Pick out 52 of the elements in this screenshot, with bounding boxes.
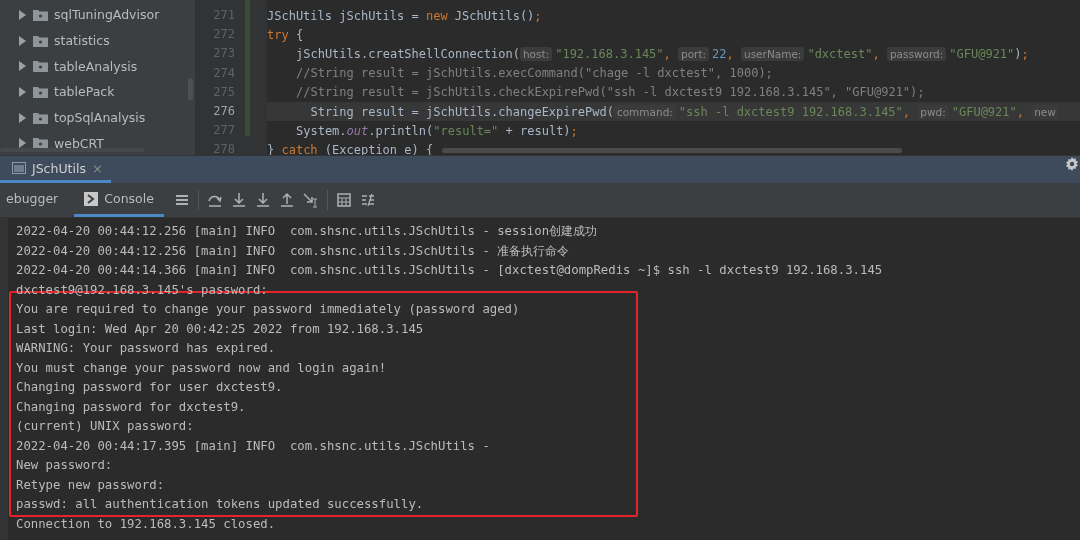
settings-icon[interactable] [1064, 156, 1080, 172]
console-line: Changing password for user dxctest9. [16, 379, 284, 396]
list-icon[interactable] [173, 192, 190, 208]
console-line: WARNING: Your password has expired. [16, 340, 277, 357]
console-tab[interactable]: ebugger [0, 183, 69, 217]
folder-icon [33, 60, 48, 73]
tree-item[interactable]: tableAnalysis [0, 53, 195, 80]
code-line: try { [267, 26, 305, 44]
expand-arrow-icon[interactable] [18, 86, 27, 97]
console-line: Changing password for dxctest9. [16, 398, 247, 416]
console-line: New password: [16, 457, 114, 474]
code-line: JSchUtils jSchUtils = new JSchUtils(); [267, 7, 543, 25]
code-line: System.out.println("result=" + result); [295, 122, 579, 140]
console-tab[interactable]: Console [74, 183, 164, 217]
calculator-icon[interactable] [335, 192, 352, 208]
console-line: Retype new password: [16, 476, 166, 494]
scrollbar[interactable] [442, 148, 902, 153]
console-line: passwd: all authentication tokens updated successfully. [16, 496, 425, 513]
console-line: You must change your password now and login again! [16, 359, 388, 377]
tree-item[interactable]: statistics [0, 27, 195, 54]
expand-arrow-icon[interactable] [18, 9, 27, 20]
console-line: You are required to change your password immediately (password aged) [16, 301, 521, 318]
console-line: 2022-04-20 00:44:12.256 [main] INFO com.shsnc.utils.JSchUtils - session创建成功 [16, 223, 599, 240]
folder-icon [33, 34, 48, 47]
tree-item[interactable]: topSqlAnalysis [0, 104, 195, 131]
trace-icon[interactable] [359, 192, 376, 208]
console-line: (current) UNIX password: [16, 418, 195, 435]
step-out-icon[interactable] [278, 192, 295, 208]
terminal-icon [84, 191, 99, 206]
run-to-cursor-icon[interactable] [302, 192, 319, 208]
folder-icon [33, 111, 48, 124]
expand-arrow-icon[interactable] [18, 35, 27, 46]
console-line: Connection to 192.168.3.145 closed. [16, 515, 277, 533]
console-line: Last login: Wed Apr 20 00:42:25 2022 from 192.168.3.145 [16, 320, 425, 338]
expand-arrow-icon[interactable] [18, 112, 27, 123]
folder-icon [33, 137, 48, 150]
console-line: 2022-04-20 00:44:17.395 [main] INFO com.shsnc.utils.JSchUtils - [16, 437, 491, 455]
console-line: 2022-04-20 00:44:14.366 [main] INFO com.shsnc.utils.JSchUtils - [dxctest@dompRedis ~]$ ssh -l dxctest9 192.168.3.145 [16, 262, 883, 279]
code-line: jSchUtils.creatShellConnection( host: "192.168.3.145", port: 22, userName: "dxctest", password: "GFU@921"); [295, 45, 1030, 63]
folder-icon [33, 85, 48, 98]
tree-item[interactable]: tablePack [0, 79, 195, 105]
expand-arrow-icon[interactable] [18, 61, 27, 72]
force-step-into-icon[interactable] [254, 192, 271, 208]
code-line: //String result = jSchUtils.execCommand("chage -l dxctest", 1000); [295, 65, 774, 83]
expand-arrow-icon[interactable] [18, 138, 27, 149]
line-number: 276 [212, 102, 236, 120]
tree-item[interactable]: sqlTuningAdvisor [0, 2, 195, 28]
window-icon [12, 162, 26, 174]
code-line: //String result = jSchUtils.checkExpirePwd("ssh -l dxctest9 192.168.3.145", "GFU@921"); [295, 84, 926, 102]
step-into-icon[interactable] [230, 192, 247, 208]
console-line: 2022-04-20 00:44:12.256 [main] INFO com.shsnc.utils.JSchUtils - 准备执行命令 [16, 242, 571, 260]
folder-icon [33, 8, 48, 21]
